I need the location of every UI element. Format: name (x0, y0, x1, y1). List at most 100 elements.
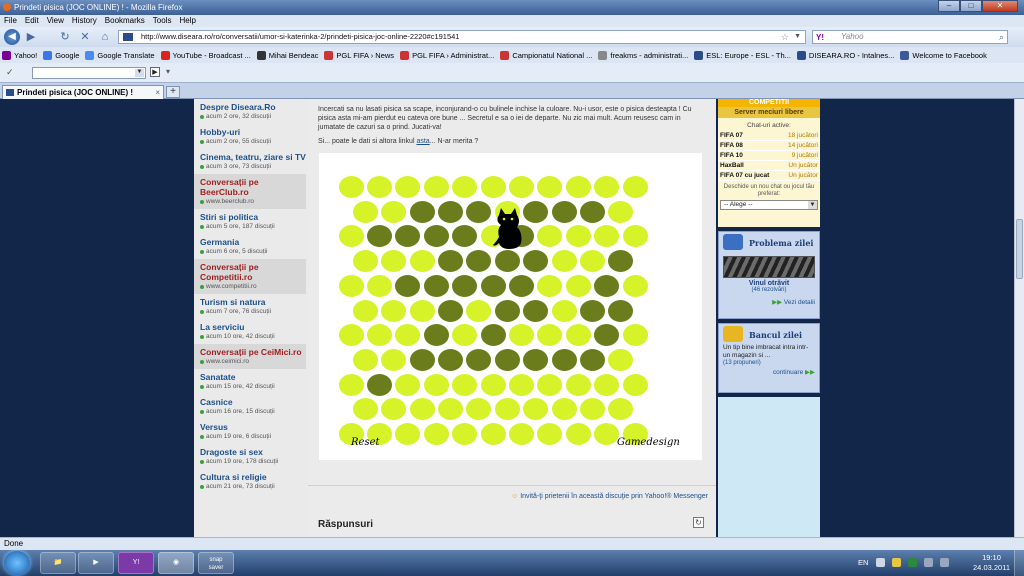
menu-edit[interactable]: Edit (25, 15, 39, 27)
bookmark-item[interactable]: DISEARA.RO - Intalnes... (796, 50, 894, 60)
game-dot[interactable] (608, 200, 634, 223)
game-dot[interactable] (366, 176, 392, 198)
minimize-button[interactable]: – (938, 0, 960, 12)
game-dot[interactable] (622, 373, 648, 396)
game-dot[interactable] (622, 274, 648, 297)
game-dot[interactable] (395, 373, 421, 396)
category-title[interactable]: Turism si natura (200, 297, 308, 307)
sidebar-category-item[interactable]: Cinema, teatru, ziare si TV acum 3 ore, 7… (194, 149, 308, 174)
toolbar-search-field[interactable]: ▼ (32, 67, 146, 79)
game-dot[interactable] (352, 200, 378, 223)
game-dot[interactable] (480, 324, 506, 347)
game-dot[interactable] (423, 324, 449, 347)
game-dot[interactable] (565, 225, 591, 248)
new-tab-button[interactable]: + (166, 86, 180, 98)
game-dot[interactable] (594, 373, 620, 396)
close-button[interactable]: ✕ (982, 0, 1018, 12)
game-dot[interactable] (466, 200, 492, 223)
yahoo-taskbar-icon[interactable]: Y! (118, 552, 154, 574)
game-dot[interactable] (594, 423, 620, 445)
game-dot[interactable] (338, 225, 364, 248)
game-dot[interactable] (366, 373, 392, 396)
game-dot[interactable] (338, 373, 364, 396)
game-dot[interactable] (608, 299, 634, 322)
game-dot[interactable] (594, 225, 620, 248)
game-dot[interactable] (437, 398, 463, 421)
game-dot[interactable] (608, 348, 634, 371)
game-dot[interactable] (494, 348, 520, 371)
game-dot[interactable] (395, 274, 421, 297)
game-dot[interactable] (395, 324, 421, 347)
tab-close-icon[interactable]: × (155, 86, 160, 99)
category-title[interactable]: Conversații pe Competitii.ro (200, 262, 306, 282)
servers-label[interactable]: Server meciuri libere (718, 107, 820, 118)
search-icon[interactable]: ⌕ (999, 31, 1004, 43)
game-dot[interactable] (452, 423, 478, 445)
joke-more-link[interactable]: continuare ▶▶ (719, 368, 819, 376)
game-dot[interactable] (409, 398, 435, 421)
game-dot[interactable] (437, 200, 463, 223)
language-indicator[interactable]: EN (858, 558, 868, 567)
game-dot[interactable] (508, 176, 534, 198)
game-dot[interactable] (366, 225, 392, 248)
menu-history[interactable]: History (72, 15, 97, 27)
share-link[interactable]: asta (416, 138, 429, 145)
problem-image[interactable] (723, 256, 815, 278)
category-title[interactable]: Stiri si politica (200, 212, 308, 222)
game-dot[interactable] (608, 250, 634, 273)
volume-icon[interactable] (924, 558, 933, 567)
category-title[interactable]: Germania (200, 237, 308, 247)
category-title[interactable]: La serviciu (200, 322, 308, 332)
game-dot[interactable] (551, 200, 577, 223)
category-title[interactable]: Conversații pe BeerClub.ro (200, 177, 306, 197)
reset-button[interactable]: Reset (351, 437, 380, 448)
game-dot[interactable] (551, 348, 577, 371)
sidebar-category-item[interactable]: Germania acum 6 ore, 5 discuții (194, 234, 308, 259)
game-dot[interactable] (537, 324, 563, 347)
explorer-taskbar-icon[interactable]: 📁 (40, 552, 76, 574)
bookmark-item[interactable]: ESL: Europe - ESL - Th... (694, 50, 791, 60)
sidebar-category-item[interactable]: Casnice acum 16 ore, 15 discuții (194, 394, 308, 419)
menu-view[interactable]: View (47, 15, 64, 27)
game-dot[interactable] (565, 274, 591, 297)
stop-button[interactable]: ✕ (78, 31, 92, 43)
game-dot[interactable] (594, 324, 620, 347)
sidebar-category-item[interactable]: Sanatate acum 15 ore, 42 discuții (194, 369, 308, 394)
game-dot[interactable] (579, 398, 605, 421)
game-dot[interactable] (338, 274, 364, 297)
category-title[interactable]: Despre Diseara.Ro (200, 102, 308, 112)
game-dot[interactable] (452, 324, 478, 347)
game-dot[interactable] (537, 176, 563, 198)
category-title[interactable]: Hobby-uri (200, 127, 308, 137)
game-dot[interactable] (366, 324, 392, 347)
game-dot[interactable] (537, 373, 563, 396)
game-dot[interactable] (537, 274, 563, 297)
menu-help[interactable]: Help (179, 15, 195, 27)
chat-row[interactable]: HaxBall Un jucător (718, 161, 820, 171)
sidebar-category-item[interactable]: Stiri si politica acum 5 ore, 187 discuți… (194, 209, 308, 234)
game-dot[interactable] (565, 176, 591, 198)
url-dropdown-icon[interactable]: ▼ (794, 31, 801, 43)
chat-row[interactable]: FIFA 07 18 jucători (718, 131, 820, 141)
show-desktop-button[interactable] (1014, 550, 1024, 576)
game-dot[interactable] (423, 274, 449, 297)
menu-tools[interactable]: Tools (153, 15, 172, 27)
game-dot[interactable] (523, 250, 549, 273)
game-dot[interactable] (579, 250, 605, 273)
problem-details-link[interactable]: ▶▶ Vezi detalii (719, 298, 819, 306)
game-dot[interactable] (352, 250, 378, 273)
yahoo-search-icon[interactable]: Y! (816, 32, 824, 44)
game-dot[interactable] (466, 348, 492, 371)
game-dot[interactable] (565, 373, 591, 396)
sidebar-category-item[interactable]: Versus acum 19 ore, 6 discuții (194, 419, 308, 444)
game-dot[interactable] (381, 398, 407, 421)
game-dot[interactable] (594, 176, 620, 198)
game-dot[interactable] (551, 398, 577, 421)
game-dot[interactable] (395, 225, 421, 248)
game-dot[interactable] (381, 348, 407, 371)
sidebar-category-item[interactable]: La serviciu acum 10 ore, 42 discuții (194, 319, 308, 344)
game-dot[interactable] (622, 176, 648, 198)
bookmark-item[interactable]: freakms - administrati... (598, 50, 688, 60)
bookmark-item[interactable]: PGL FIFA › News (324, 50, 394, 60)
sidebar-category-item[interactable]: Dragoste si sex acum 19 ore, 178 discuții (194, 444, 308, 469)
